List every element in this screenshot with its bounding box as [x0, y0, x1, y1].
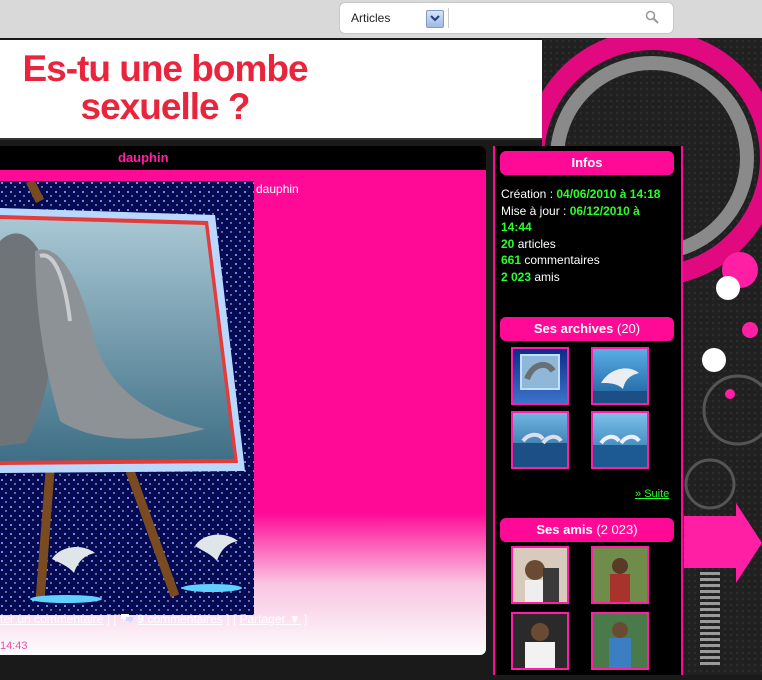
update-date: Mise à jour : 06/12/2010 à 14:44 — [501, 203, 671, 236]
search-icon[interactable] — [645, 10, 659, 29]
infos-widget-title: Infos — [500, 151, 674, 175]
article-timestamp: 14:43 — [0, 640, 28, 652]
dolphin-thumb-image — [520, 354, 560, 390]
comments-stat: 661 commentaires — [501, 252, 671, 269]
archives-more-link[interactable]: » Suite — [635, 488, 669, 500]
blog-title-line1: Es-tu une bombe — [22, 48, 308, 89]
separator: ] — [304, 612, 308, 626]
article-header: dauphin — [0, 146, 486, 172]
comments-icon — [120, 612, 137, 626]
comments-count: 9 — [137, 612, 145, 626]
friends-label: amis — [534, 269, 560, 284]
comments-label: commentaires — [147, 612, 223, 626]
friend-avatar[interactable] — [591, 612, 649, 670]
search-input[interactable] — [454, 8, 638, 30]
dolphin-thumb-image — [593, 434, 647, 467]
separator: ] [ — [226, 612, 240, 626]
share-link[interactable]: Partager ▼ — [240, 612, 301, 626]
friends-stat: 2 023 amis — [501, 269, 671, 286]
comments-total-label: commentaires — [524, 253, 600, 267]
friends-title: Ses amis — [536, 522, 593, 537]
top-bar: Articles — [0, 0, 762, 38]
avatar — [513, 614, 567, 668]
chevron-down-icon[interactable] — [426, 10, 444, 28]
avatar — [593, 548, 647, 602]
articles-stat: 20 articles — [501, 236, 671, 253]
archives-widget-title: Ses archives (20) — [500, 317, 674, 341]
archive-thumbnail[interactable] — [511, 347, 569, 405]
dolphin-thumb-image — [593, 368, 647, 403]
dolphin-easel-image[interactable] — [0, 181, 254, 615]
articles-label: articles — [517, 236, 556, 251]
more-arrow: » — [635, 488, 642, 500]
blog-header-banner: Es-tu une bombe sexuelle ? — [0, 40, 542, 140]
comments-link[interactable]: 9 commentaires — [137, 612, 222, 626]
search-category-select[interactable]: Articles — [351, 11, 390, 25]
update-label: Mise à jour : — [501, 203, 567, 218]
more-label: Suite — [644, 488, 670, 500]
friends-count: 2 023 — [501, 269, 532, 284]
article-panel: dauphin dauphin ter un commentaire] [9… — [0, 146, 486, 655]
avatar — [513, 548, 567, 602]
sidebar: Infos Création : 04/06/2010 à 14:18 Mise… — [493, 146, 683, 675]
friends-widget-title: Ses amis (2 023) — [500, 518, 674, 542]
search-divider — [448, 8, 449, 28]
creation-date: Création : 04/06/2010 à 14:18 — [501, 186, 671, 203]
friend-avatar[interactable] — [511, 612, 569, 670]
avatar — [593, 614, 647, 668]
blog-title[interactable]: Es-tu une bombe sexuelle ? — [0, 50, 330, 126]
friends-widget-count: (2 023) — [596, 522, 638, 537]
blog-title-line2: sexuelle ? — [80, 86, 251, 127]
article-title[interactable]: dauphin — [118, 150, 169, 165]
article-caption: dauphin — [256, 182, 299, 196]
search-box: Articles — [339, 2, 674, 34]
archives-title: Ses archives — [533, 321, 614, 336]
articles-count: 20 — [501, 236, 515, 251]
article-actions: ter un commentaire ] [ 9 commentaires ] … — [0, 612, 307, 626]
infos-widget-body: Création : 04/06/2010 à 14:18 Mise à jou… — [501, 186, 671, 285]
archives-count: (20) — [617, 321, 641, 336]
comments-total: 661 — [501, 253, 522, 267]
friend-avatar[interactable] — [591, 546, 649, 604]
friend-avatar[interactable] — [511, 546, 569, 604]
add-comment-link[interactable]: ter un commentaire — [0, 612, 103, 626]
dolphin-thumb-image — [513, 432, 567, 467]
archive-thumbnail[interactable] — [511, 411, 569, 469]
archive-thumbnail[interactable] — [591, 347, 649, 405]
creation-label: Création : — [501, 187, 554, 201]
archive-thumbnail[interactable] — [591, 411, 649, 469]
separator: ] [ — [106, 612, 121, 626]
creation-value: 04/06/2010 à 14:18 — [556, 187, 661, 201]
